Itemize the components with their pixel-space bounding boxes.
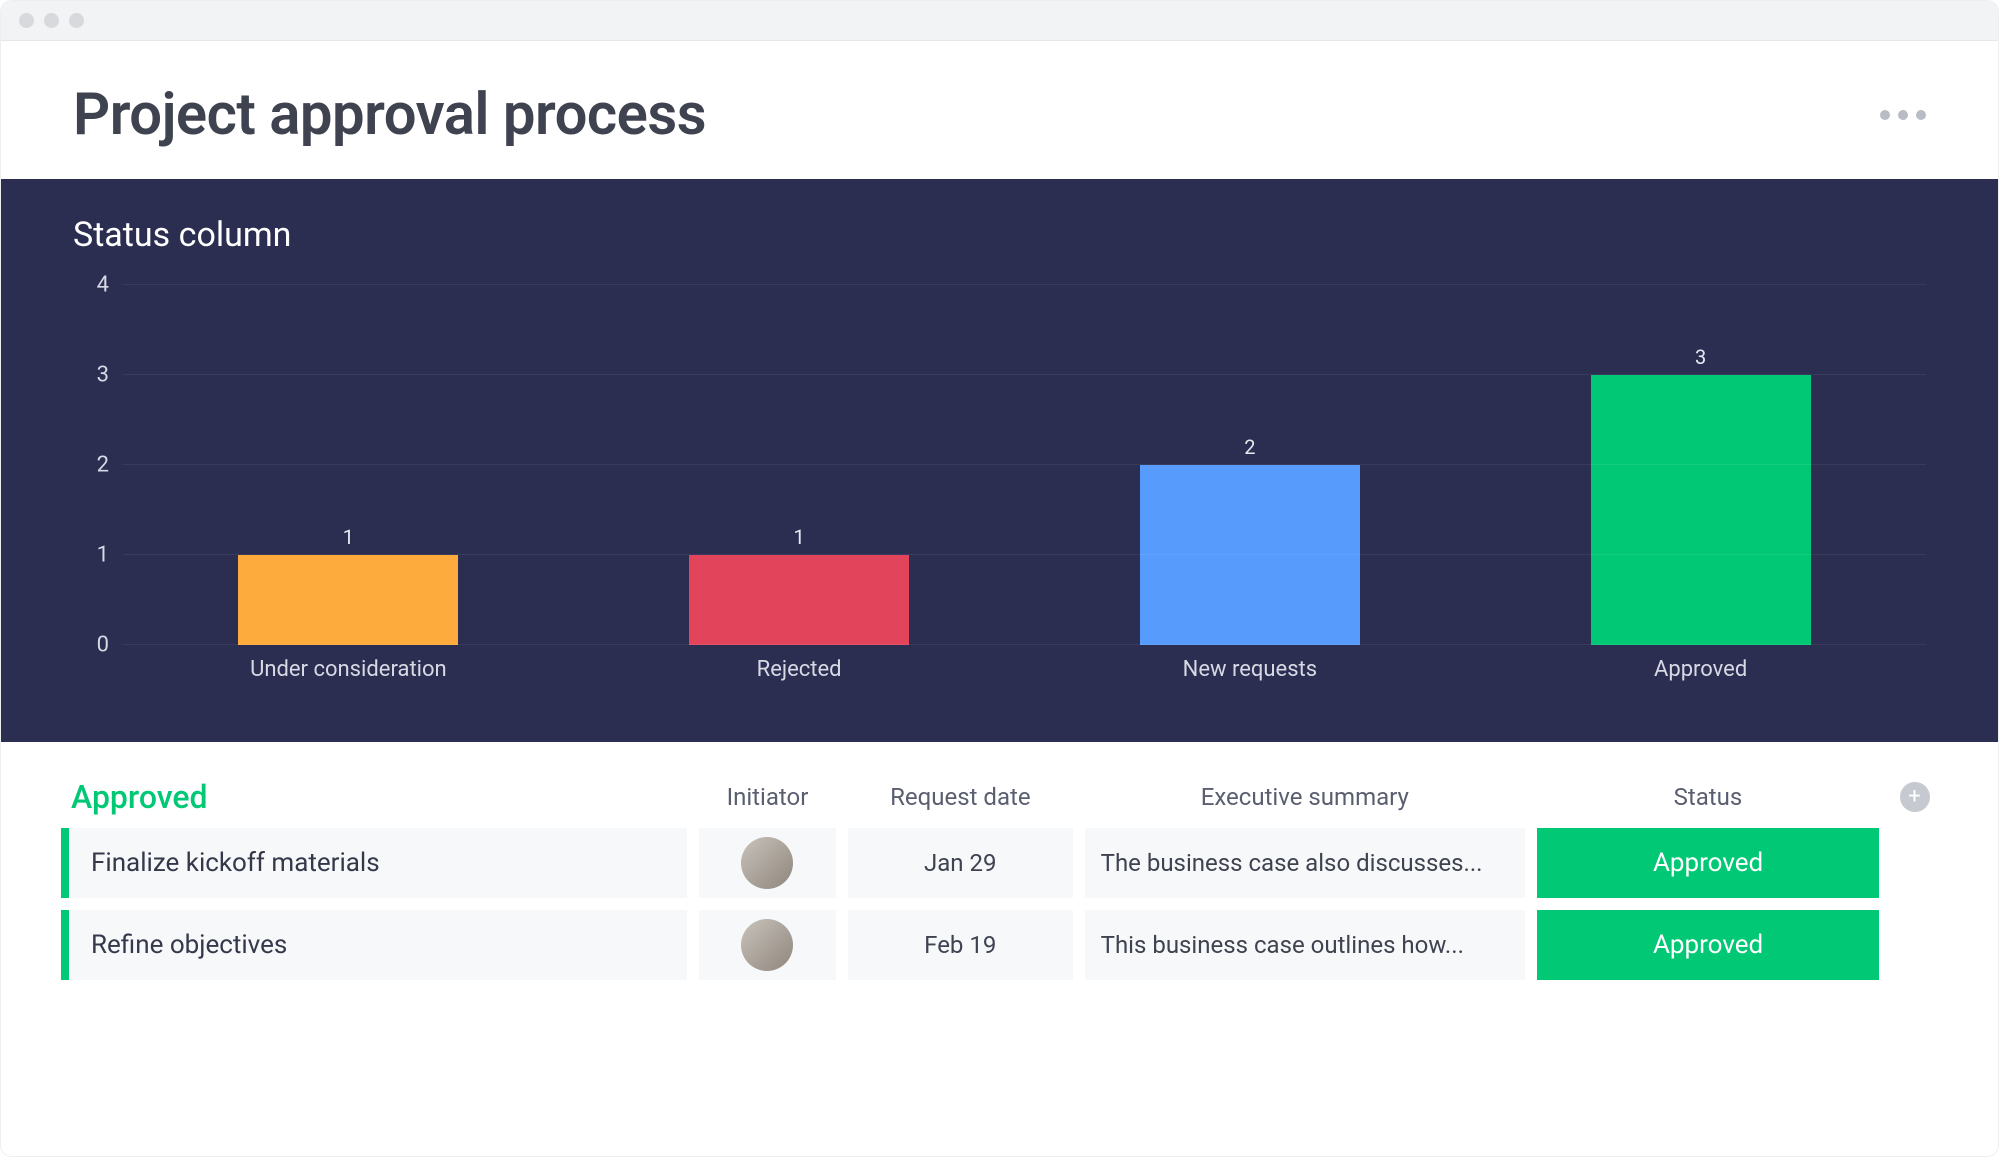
status-badge: Approved [1537, 910, 1879, 980]
ellipsis-icon [1898, 110, 1908, 120]
bottom-fade [1, 1096, 1998, 1156]
window-titlebar [1, 1, 1998, 41]
ellipsis-icon [1880, 110, 1890, 120]
chart-gridline [123, 284, 1926, 285]
chart-gridline [123, 374, 1926, 375]
chart-x-labels: Under considerationRejectedNew requestsA… [123, 645, 1926, 682]
row-title[interactable]: Refine objectives [61, 910, 687, 980]
chart-bar-value-label: 1 [794, 525, 805, 549]
chart-y-tick: 0 [97, 633, 109, 658]
app-window: Project approval process Status column 0… [0, 0, 1999, 1157]
chart-bars: 1 1 2 3 [123, 285, 1926, 645]
chart-bar-slot: 3 [1475, 285, 1926, 645]
cell-status[interactable]: Approved [1537, 828, 1879, 898]
chart-y-tick: 1 [97, 543, 109, 568]
chart-bar-slot: 1 [574, 285, 1025, 645]
plus-icon: + [1908, 786, 1920, 808]
chart-bar[interactable] [238, 555, 458, 645]
chart-gridline [123, 554, 1926, 555]
table-row[interactable]: Refine objectives Feb 19This business cas… [61, 910, 1938, 980]
chart-bar[interactable] [1140, 465, 1360, 645]
chart-y-tick: 3 [97, 363, 109, 388]
chart-gridline [123, 644, 1926, 645]
chart-x-label: Approved [1475, 645, 1926, 682]
add-column-button[interactable]: + [1900, 782, 1930, 812]
table-rows: Finalize kickoff materials Jan 29The busi… [61, 828, 1938, 980]
group-label[interactable]: Approved [61, 778, 687, 816]
table-header-row: Approved Initiator Request date Executiv… [61, 778, 1938, 816]
cell-status[interactable]: Approved [1537, 910, 1879, 980]
cell-request-date[interactable]: Jan 29 [848, 828, 1073, 898]
cell-executive-summary[interactable]: This business case outlines how... [1085, 910, 1525, 980]
chart-bar-slot: 2 [1025, 285, 1476, 645]
chart-x-label: New requests [1025, 645, 1476, 682]
column-header-status[interactable]: Status [1537, 783, 1879, 811]
cell-initiator[interactable] [699, 828, 836, 898]
table-section: Approved Initiator Request date Executiv… [1, 742, 1998, 980]
cell-executive-summary[interactable]: The business case also discusses... [1085, 828, 1525, 898]
column-header-initiator[interactable]: Initiator [699, 783, 836, 811]
row-title[interactable]: Finalize kickoff materials [61, 828, 687, 898]
avatar [741, 837, 793, 889]
page-title: Project approval process [73, 81, 706, 149]
cell-add-placeholder [1891, 828, 1938, 898]
chart-y-tick: 4 [97, 273, 109, 298]
chart-bar-value-label: 1 [343, 525, 354, 549]
chart-plot: 1 1 2 3 [123, 285, 1926, 645]
ellipsis-icon [1916, 110, 1926, 120]
chart-x-label: Rejected [574, 645, 1025, 682]
column-header-request-date[interactable]: Request date [848, 783, 1073, 811]
chart-bar[interactable] [1591, 375, 1811, 645]
add-column-cell: + [1891, 782, 1938, 812]
cell-add-placeholder [1891, 910, 1938, 980]
chart-bar-value-label: 3 [1695, 345, 1706, 369]
chart-y-axis: 01234 [73, 285, 123, 645]
chart-panel: Status column 0 1 2 3 4 1 1 2 3 Under considera… [1, 179, 1998, 742]
chart-y-tick: 2 [97, 453, 109, 478]
chart-bar-value-label: 2 [1244, 435, 1255, 459]
chart-gridline [123, 464, 1926, 465]
status-badge: Approved [1537, 828, 1879, 898]
cell-request-date[interactable]: Feb 19 [848, 910, 1073, 980]
more-menu-button[interactable] [1880, 110, 1926, 120]
column-header-executive-summary[interactable]: Executive summary [1085, 783, 1525, 811]
chart-bar-slot: 1 [123, 285, 574, 645]
page-header: Project approval process [1, 41, 1998, 179]
window-control-zoom[interactable] [69, 13, 84, 28]
avatar [741, 919, 793, 971]
window-control-minimize[interactable] [44, 13, 59, 28]
cell-initiator[interactable] [699, 910, 836, 980]
chart-bar[interactable] [689, 555, 909, 645]
window-control-close[interactable] [19, 13, 34, 28]
chart-x-label: Under consideration [123, 645, 574, 682]
chart-title: Status column [73, 215, 1926, 255]
chart-area: 01234 1123 [73, 285, 1926, 645]
table-row[interactable]: Finalize kickoff materials Jan 29The busi… [61, 828, 1938, 898]
